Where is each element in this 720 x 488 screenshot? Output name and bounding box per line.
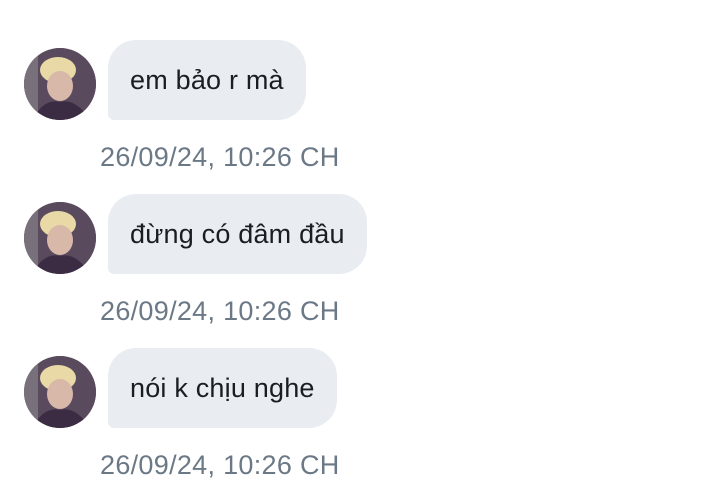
message-timestamp: 26/09/24, 10:26 CH [100, 142, 340, 172]
message-text: em bảo r mà [130, 64, 284, 95]
message-thread: em bảo r mà 26/09/24, 10:26 CH đừng có đ… [0, 0, 720, 488]
message-bubble[interactable]: nói k chịu nghe [108, 348, 337, 428]
message-text: nói k chịu nghe [130, 372, 315, 403]
avatar[interactable] [24, 202, 96, 274]
message-row: nói k chịu nghe 26/09/24, 10:26 CH [0, 348, 720, 488]
message-row: em bảo r mà 26/09/24, 10:26 CH [0, 40, 720, 198]
message-timestamp: 26/09/24, 10:26 CH [100, 296, 340, 326]
avatar-photo-icon [24, 48, 96, 120]
avatar[interactable] [24, 48, 96, 120]
message-text: đừng có đâm đầu [130, 218, 345, 249]
avatar-photo-icon [24, 202, 96, 274]
avatar-photo-icon [24, 356, 96, 428]
avatar[interactable] [24, 356, 96, 428]
message-bubble[interactable]: em bảo r mà [108, 40, 306, 120]
message-row: đừng có đâm đầu 26/09/24, 10:26 CH [0, 194, 720, 352]
message-timestamp: 26/09/24, 10:26 CH [100, 450, 340, 480]
message-bubble[interactable]: đừng có đâm đầu [108, 194, 367, 274]
